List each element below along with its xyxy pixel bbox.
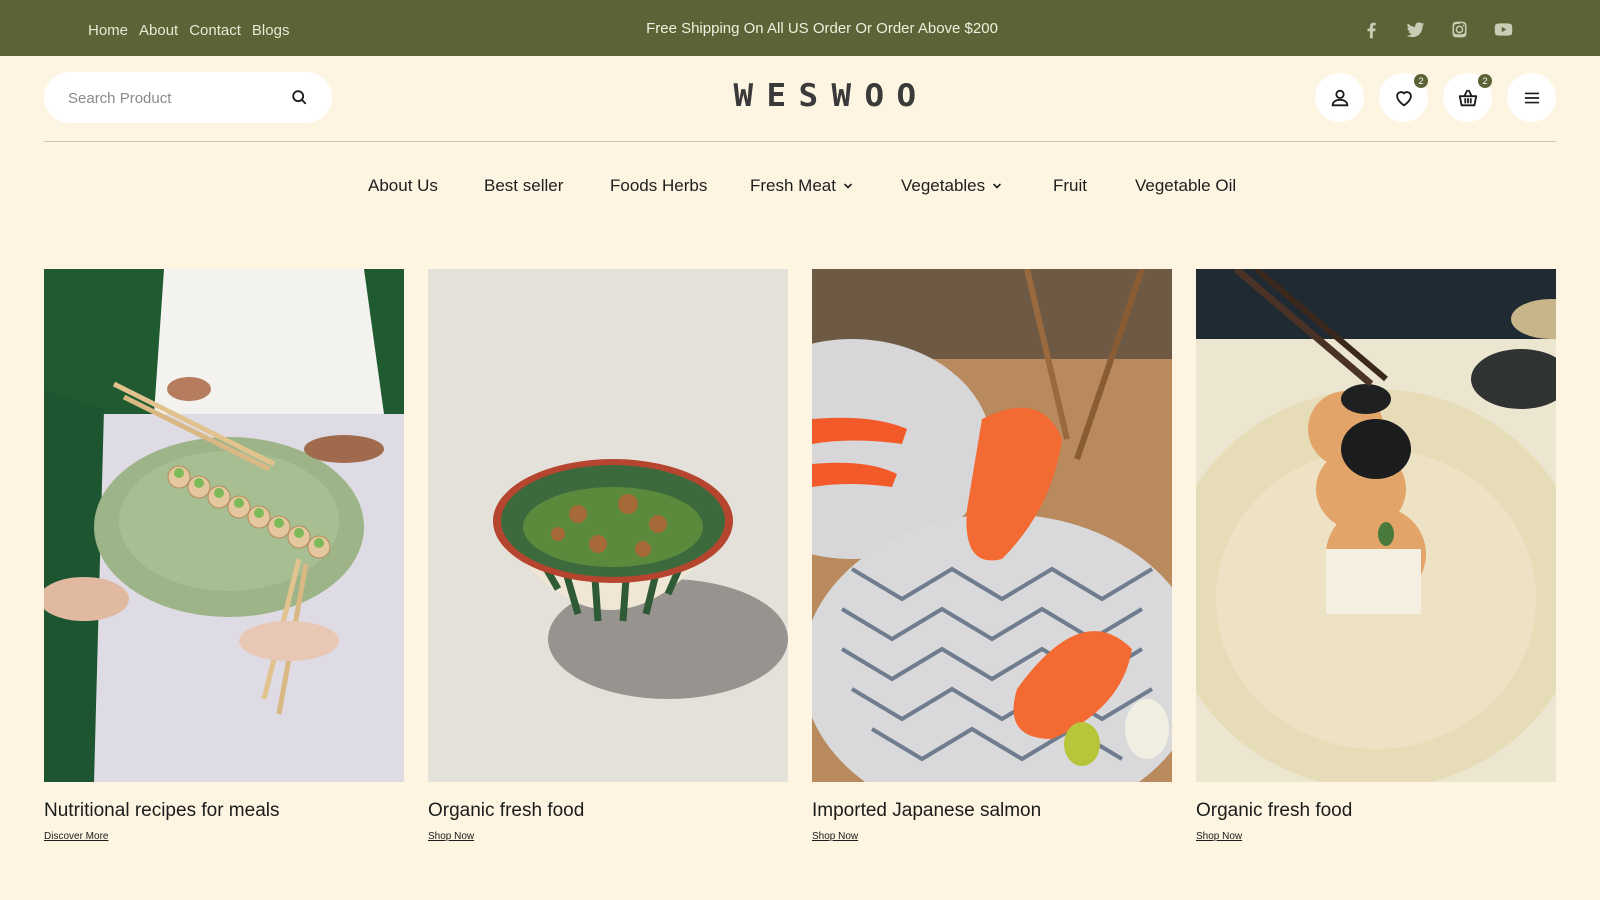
card-title[interactable]: Organic fresh food [428, 800, 584, 822]
logo-letter: E [766, 78, 786, 114]
facebook-icon[interactable] [1360, 18, 1382, 40]
logo-letter: O [864, 78, 884, 114]
nav-label: Foods Herbs [610, 176, 708, 195]
discover-more-link[interactable]: Discover More [44, 831, 108, 842]
chevron-down-icon [993, 183, 1001, 189]
sushi-plate-photo [44, 269, 404, 782]
instagram-icon[interactable] [1448, 18, 1470, 40]
twitter-icon[interactable] [1404, 18, 1426, 40]
nav-label: Vegetable Oil [1135, 176, 1237, 195]
shop-now-link[interactable]: Shop Now [812, 831, 858, 842]
social-links [1360, 18, 1514, 40]
menu-button[interactable] [1507, 73, 1556, 122]
logo-letter: W [733, 78, 754, 114]
wishlist-button[interactable]: 2 [1379, 73, 1428, 122]
nav-item-fresh-meat[interactable]: Fresh Meat [750, 176, 854, 196]
chevron-down-icon [844, 183, 852, 189]
basket-icon [1458, 89, 1477, 106]
card-image-sushi-plate[interactable] [44, 269, 404, 782]
nav-item-vegetables[interactable]: Vegetables [901, 176, 1003, 196]
nav-label: Best seller [484, 176, 564, 195]
logo-letter: S [798, 78, 819, 114]
site-logo[interactable]: W E S W O O [734, 78, 917, 114]
account-button[interactable] [1315, 73, 1364, 122]
search-bar [44, 72, 332, 123]
card-title[interactable]: Imported Japanese salmon [812, 800, 1041, 822]
avocado-bowl-photo [428, 269, 788, 782]
nav-item-foods-herbs[interactable]: Foods Herbs [610, 176, 707, 196]
card-title[interactable]: Nutritional recipes for meals [44, 800, 279, 822]
user-icon [1331, 89, 1348, 106]
cart-button[interactable]: 2 [1443, 73, 1492, 122]
youtube-icon[interactable] [1492, 18, 1514, 40]
shop-now-link[interactable]: Shop Now [428, 831, 474, 842]
logo-letter: O [896, 78, 917, 114]
nav-item-fruit[interactable]: Fruit [1053, 176, 1087, 196]
collection-card[interactable]: Nutritional recipes for meals Discover M… [44, 269, 404, 842]
card-title[interactable]: Organic fresh food [1196, 800, 1352, 822]
search-icon[interactable] [289, 87, 309, 107]
card-image-avocado-bowl[interactable] [428, 269, 788, 782]
nav-label: Fresh Meat [750, 176, 836, 195]
salmon-sushi-photo [812, 269, 1172, 782]
header-divider [44, 141, 1556, 142]
card-image-sushi-roll[interactable] [1196, 269, 1556, 782]
nav-item-about-us[interactable]: About Us [368, 176, 438, 196]
sushi-roll-caviar-photo [1196, 269, 1556, 782]
shop-now-link[interactable]: Shop Now [1196, 831, 1242, 842]
heart-icon [1395, 90, 1412, 106]
collection-card[interactable]: Organic fresh food Shop Now [428, 269, 788, 842]
main-nav: About Us Best seller Foods Herbs Fresh M… [0, 176, 1600, 200]
nav-item-vegetable-oil[interactable]: Vegetable Oil [1135, 176, 1236, 196]
search-input[interactable] [68, 86, 278, 110]
nav-label: About Us [368, 176, 438, 195]
hamburger-menu-icon [1524, 92, 1539, 103]
collection-card[interactable]: Organic fresh food Shop Now [1196, 269, 1556, 842]
nav-label: Fruit [1053, 176, 1087, 195]
logo-letter: W [831, 78, 852, 114]
wishlist-count-badge: 2 [1414, 74, 1428, 88]
nav-label: Vegetables [901, 176, 986, 195]
top-bar: Home About Contact Blogs Free Shipping O… [0, 0, 1600, 56]
card-image-salmon[interactable] [812, 269, 1172, 782]
nav-item-best-seller[interactable]: Best seller [484, 176, 563, 196]
cart-count-badge: 2 [1478, 74, 1492, 88]
collection-card[interactable]: Imported Japanese salmon Shop Now [812, 269, 1172, 842]
